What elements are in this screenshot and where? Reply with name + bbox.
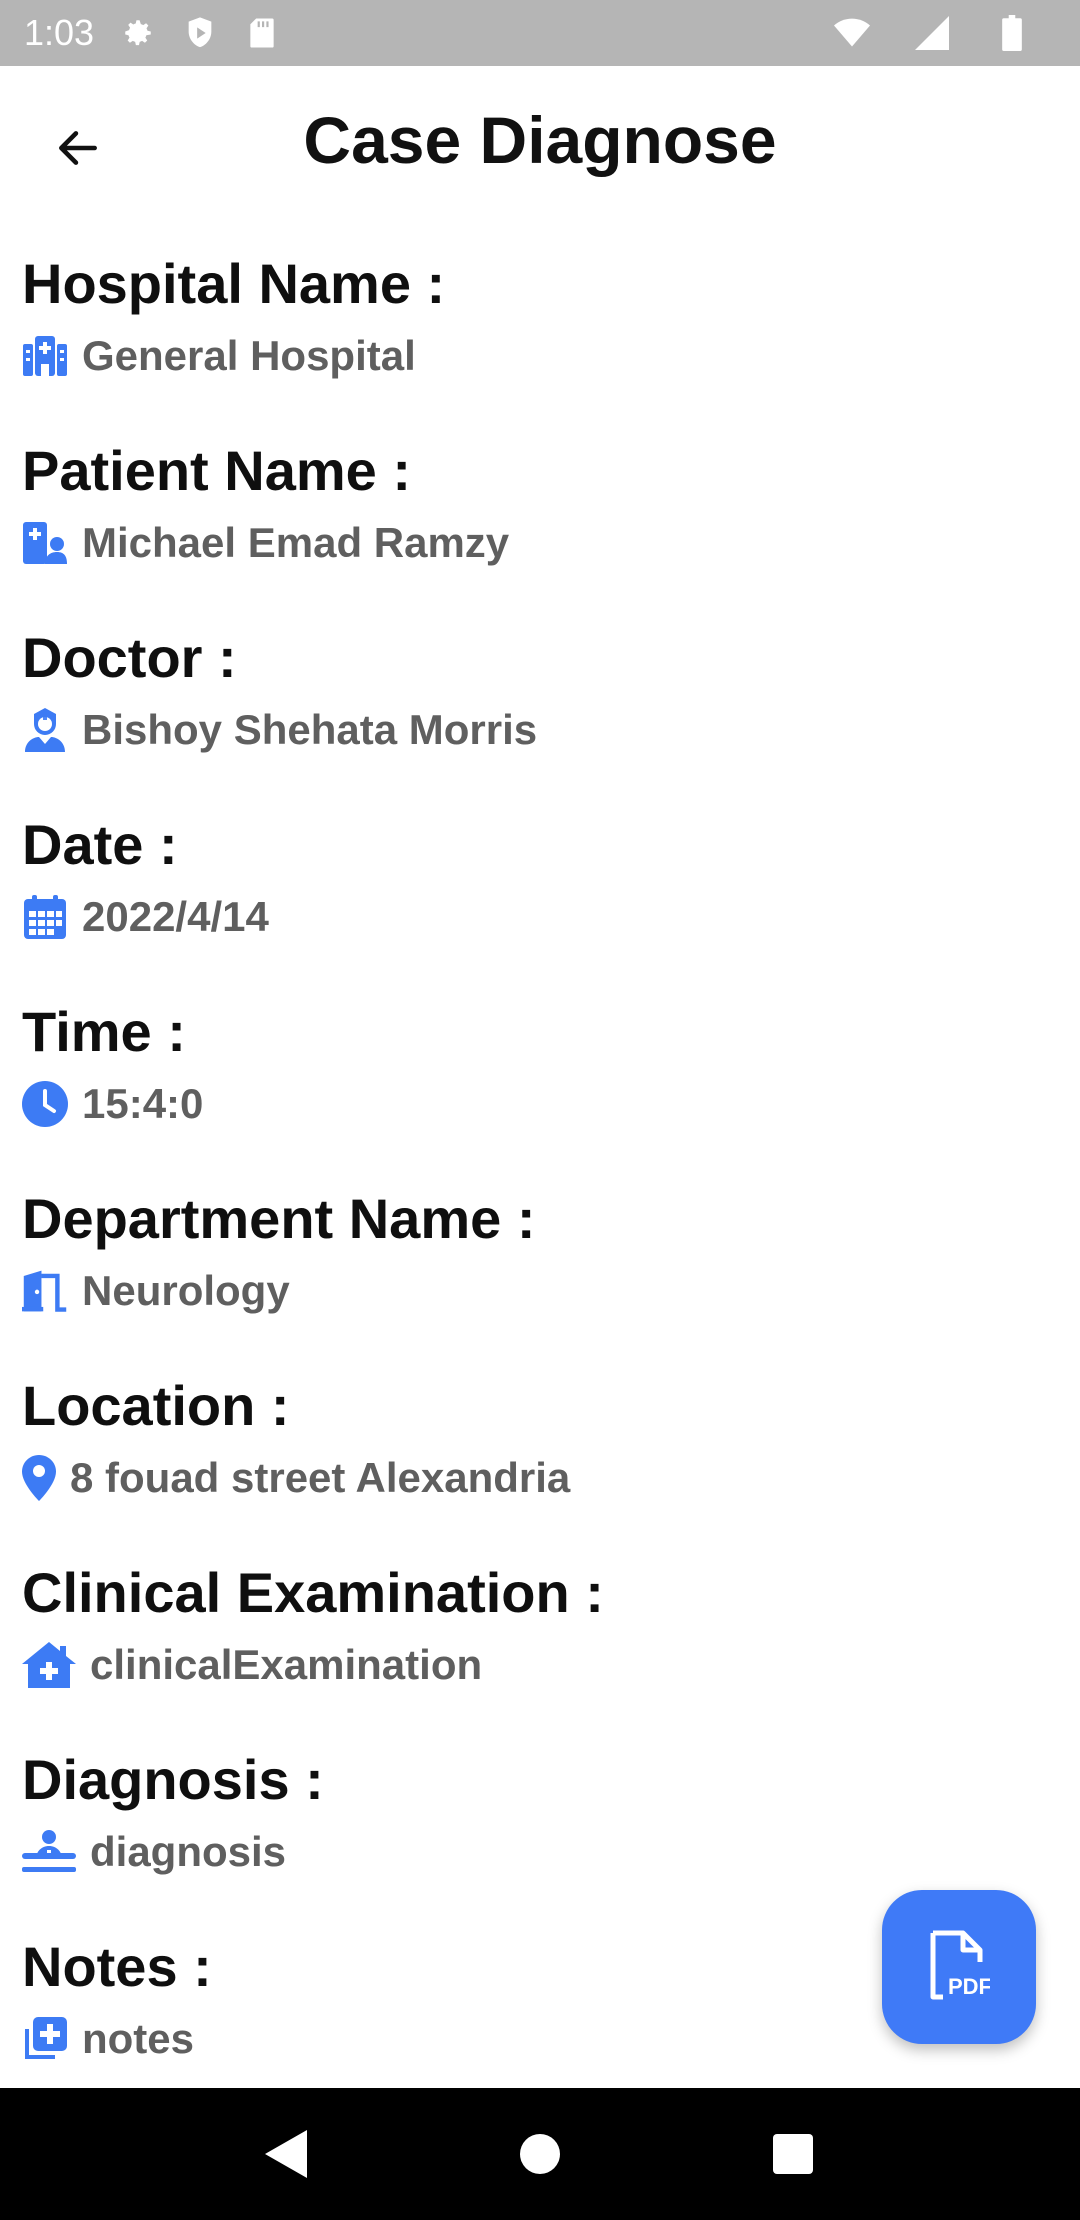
house-medical-icon xyxy=(22,1642,76,1688)
department-label: Department Name : xyxy=(22,1187,536,1250)
date-section: Date : 2022/4/14 xyxy=(22,807,1062,994)
back-triangle-icon[interactable] xyxy=(257,2124,317,2184)
recents-square-icon[interactable] xyxy=(763,2124,823,2184)
page-title: Case Diagnose xyxy=(303,103,777,177)
diagnosis-label: Diagnosis : xyxy=(22,1748,324,1811)
notes-value: notes xyxy=(82,2015,195,2062)
hospital-value-row: General Hospital xyxy=(22,326,1062,386)
sd-card-icon xyxy=(244,15,280,51)
status-bar: 1:03 xyxy=(0,0,1080,66)
signal-icon xyxy=(914,15,950,51)
hospital-label: Hospital Name : xyxy=(22,252,446,315)
patient-bed-icon xyxy=(22,1829,76,1875)
calendar-icon xyxy=(22,894,68,940)
gear-icon xyxy=(120,15,156,51)
time-label: Time : xyxy=(22,1000,186,1063)
clinical-section: Clinical Examination : clinicalExaminati… xyxy=(22,1555,1062,1742)
doctor-icon xyxy=(22,707,68,753)
case-details: Hospital Name : General Hospital Patient… xyxy=(22,246,1062,2116)
location-label: Location : xyxy=(22,1374,290,1437)
date-value: 2022/4/14 xyxy=(82,893,269,940)
patient-card-icon xyxy=(22,520,68,566)
patient-value: Michael Emad Ramzy xyxy=(82,519,510,566)
doctor-value-row: Bishoy Shehata Morris xyxy=(22,700,1062,760)
doctor-section: Doctor : Bishoy Shehata Morris xyxy=(22,620,1062,807)
location-value-row: 8 fouad street Alexandria xyxy=(22,1448,1062,1508)
hospital-icon xyxy=(22,333,68,379)
system-nav-bar xyxy=(0,2088,1080,2220)
doctor-label: Doctor : xyxy=(22,626,237,689)
patient-section: Patient Name : Michael Emad Ramzy xyxy=(22,433,1062,620)
clock-icon xyxy=(22,1081,68,1127)
app-bar: Case Diagnose xyxy=(0,66,1080,222)
hospital-value: General Hospital xyxy=(82,332,416,379)
department-section: Department Name : Neurology xyxy=(22,1181,1062,1368)
export-pdf-button[interactable]: PDF xyxy=(882,1890,1036,2044)
diagnosis-value-row: diagnosis xyxy=(22,1822,1062,1882)
location-section: Location : 8 fouad street Alexandria xyxy=(22,1368,1062,1555)
time-value-row: 15:4:0 xyxy=(22,1074,1062,1134)
status-time: 1:03 xyxy=(24,12,95,53)
time-value: 15:4:0 xyxy=(82,1080,204,1127)
notes-plus-icon xyxy=(22,2016,68,2062)
door-icon xyxy=(22,1268,68,1314)
patient-value-row: Michael Emad Ramzy xyxy=(22,513,1062,573)
shield-icon xyxy=(182,15,218,51)
wifi-icon xyxy=(834,15,870,51)
date-label: Date : xyxy=(22,813,178,876)
date-value-row: 2022/4/14 xyxy=(22,887,1062,947)
department-value: Neurology xyxy=(82,1267,290,1314)
clinical-label: Clinical Examination : xyxy=(22,1561,604,1624)
department-value-row: Neurology xyxy=(22,1261,1062,1321)
clinical-value: clinicalExamination xyxy=(90,1641,483,1688)
diagnosis-value: diagnosis xyxy=(90,1828,287,1875)
doctor-value: Bishoy Shehata Morris xyxy=(82,706,538,753)
pdf-file-icon: PDF xyxy=(928,1930,992,2005)
clinical-value-row: clinicalExamination xyxy=(22,1635,1062,1695)
pdf-label: PDF xyxy=(948,1974,990,1999)
home-circle-icon[interactable] xyxy=(510,2124,570,2184)
hospital-section: Hospital Name : General Hospital xyxy=(22,246,1062,433)
time-section: Time : 15:4:0 xyxy=(22,994,1062,1181)
location-value: 8 fouad street Alexandria xyxy=(70,1454,571,1501)
location-pin-icon xyxy=(22,1455,56,1501)
battery-icon xyxy=(994,15,1030,51)
patient-label: Patient Name : xyxy=(22,439,411,502)
